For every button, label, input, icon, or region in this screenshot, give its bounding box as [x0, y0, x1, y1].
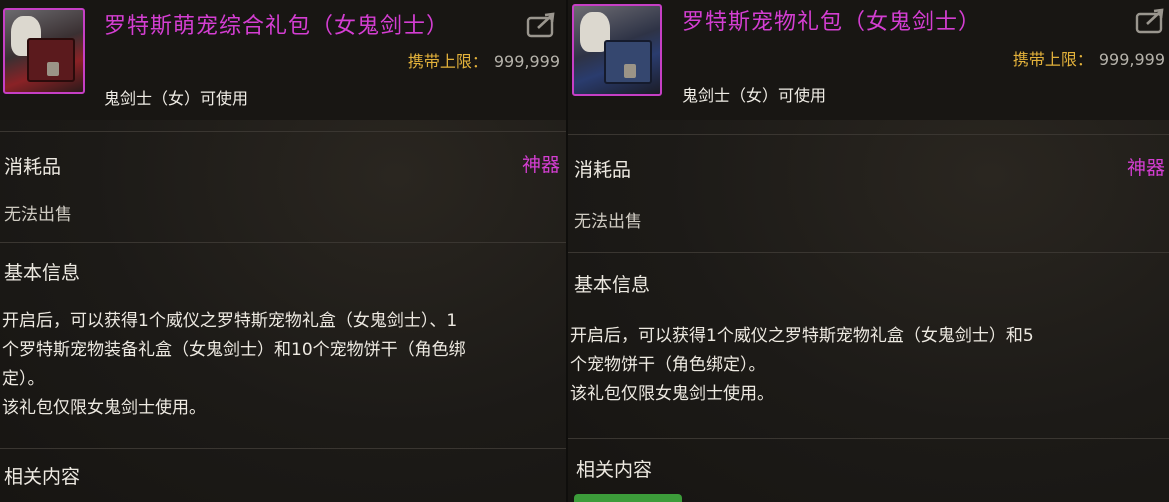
description-line: 开启后，可以获得1个威仪之罗特斯宠物礼盒（女鬼剑士）、1 — [2, 311, 458, 331]
gift-box-icon — [3, 8, 85, 94]
divider — [0, 131, 566, 132]
item-description: 开启后，可以获得1个威仪之罗特斯宠物礼盒（女鬼剑士）和5 个宠物饼干（角色绑定）… — [570, 322, 1160, 409]
share-icon[interactable] — [526, 12, 558, 38]
item-compare-view: 罗特斯萌宠综合礼包（女鬼剑士） 携带上限： 999,999 鬼剑士（女）可使用 消… — [0, 0, 1169, 502]
carry-limit-label: 携带上限： — [407, 52, 488, 71]
usable-by: 鬼剑士（女）可使用 — [682, 86, 827, 105]
section-basic-info: 基本信息 — [4, 262, 81, 284]
carry-limit: 携带上限： 999,999 — [1013, 46, 1165, 70]
description-line: 该礼包仅限女鬼剑士使用。 — [570, 384, 774, 404]
description-line: 个罗特斯宠物装备礼盒（女鬼剑士）和10个宠物饼干（角色绑 — [2, 340, 466, 360]
divider — [568, 134, 1169, 135]
share-icon[interactable] — [1135, 8, 1167, 34]
item-tooltip-left: 罗特斯萌宠综合礼包（女鬼剑士） 携带上限： 999,999 鬼剑士（女）可使用 消… — [0, 0, 566, 502]
section-related: 相关内容 — [4, 466, 81, 488]
item-category: 消耗品 — [4, 156, 62, 178]
description-line: 定）。 — [2, 369, 45, 389]
item-grade: 神器 — [1126, 157, 1165, 179]
carry-limit: 携带上限： 999,999 — [408, 48, 560, 72]
item-title: 罗特斯宠物礼包（女鬼剑士） — [682, 10, 982, 35]
sell-status: 无法出售 — [574, 212, 642, 232]
item-grade: 神器 — [521, 154, 560, 176]
carry-limit-value: 999,999 — [1098, 50, 1165, 69]
gift-box-icon — [572, 4, 662, 96]
sell-status: 无法出售 — [4, 205, 72, 225]
item-tooltip-right: 罗特斯宠物礼包（女鬼剑士） 携带上限： 999,999 鬼剑士（女）可使用 消耗品… — [566, 0, 1169, 502]
item-category: 消耗品 — [574, 159, 632, 181]
usable-by: 鬼剑士（女）可使用 — [104, 89, 249, 108]
divider — [568, 252, 1169, 253]
carry-limit-value: 999,999 — [493, 52, 560, 71]
divider — [568, 438, 1169, 439]
related-item-button[interactable] — [574, 494, 682, 502]
item-title: 罗特斯萌宠综合礼包（女鬼剑士） — [104, 14, 450, 39]
description-line: 开启后，可以获得1个威仪之罗特斯宠物礼盒（女鬼剑士）和5 — [570, 326, 1034, 346]
divider — [0, 242, 566, 243]
item-description: 开启后，可以获得1个威仪之罗特斯宠物礼盒（女鬼剑士）、1 个罗特斯宠物装备礼盒（… — [2, 307, 554, 423]
section-basic-info: 基本信息 — [574, 274, 651, 296]
section-related: 相关内容 — [576, 459, 653, 481]
carry-limit-label: 携带上限： — [1012, 50, 1093, 69]
description-line: 该礼包仅限女鬼剑士使用。 — [2, 398, 206, 418]
description-line: 个宠物饼干（角色绑定）。 — [570, 355, 766, 375]
divider — [0, 448, 566, 449]
